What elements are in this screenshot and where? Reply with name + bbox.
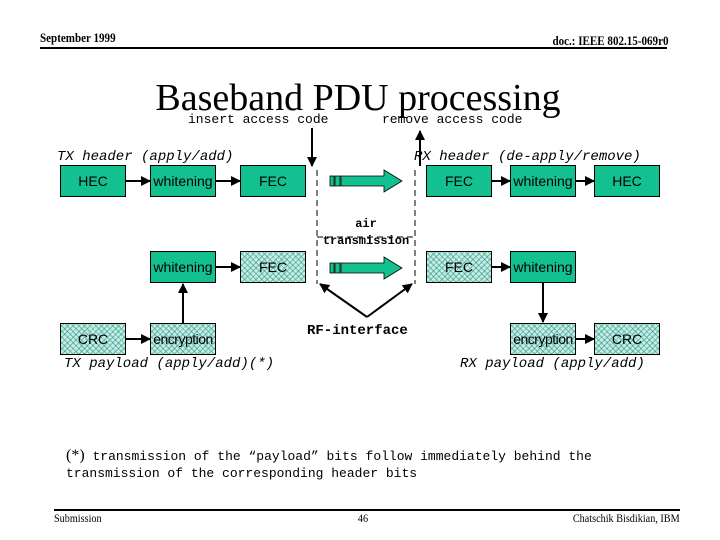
tx-header-whitening-block: whitening	[150, 165, 216, 197]
rx-payload-whitening-block: whitening	[510, 251, 576, 283]
rx-payload-crc-block: CRC	[594, 323, 660, 355]
tx-payload-label: TX payload (apply/add)(*)	[64, 356, 275, 372]
payload-transmission-arrow	[329, 256, 403, 280]
footer-author: Chatschik Bisdikian, IBM	[573, 511, 680, 525]
tx-header-fec-block: FEC	[240, 165, 306, 197]
air-transmission-label-line1: air	[355, 217, 377, 231]
air-transmission-label: air transmission	[317, 216, 415, 250]
rf-interface-label: RF-interface	[307, 323, 408, 339]
footer-page-number: 46	[357, 511, 369, 525]
rx-header-fec-block: FEC	[426, 165, 492, 197]
footnote-marker: (*)	[66, 447, 85, 464]
footnote: (*) transmission of the “payload” bits f…	[66, 447, 592, 482]
rf-arrow-right	[366, 283, 413, 318]
rx-payload-fec-block: FEC	[426, 251, 492, 283]
rf-arrow-left	[319, 283, 368, 318]
header-transmission-arrow	[329, 169, 403, 193]
footnote-line2: transmission of the corresponding header…	[66, 466, 418, 481]
rx-header-hec-block: HEC	[594, 165, 660, 197]
tx-payload-crc-block: CRC	[60, 323, 126, 355]
air-transmission-label-line2: transmission	[322, 234, 410, 248]
tx-header-hec-block: HEC	[60, 165, 126, 197]
rx-header-whitening-block: whitening	[510, 165, 576, 197]
footer-submission: Submission	[54, 511, 102, 525]
tx-payload-encryption-block: encryption	[150, 323, 216, 355]
footnote-line1: transmission of the “payload” bits follo…	[92, 449, 592, 464]
rx-payload-label: RX payload (apply/add)	[460, 356, 645, 372]
tx-payload-whitening-block: whitening	[150, 251, 216, 283]
tx-payload-fec-block: FEC	[240, 251, 306, 283]
rx-payload-encryption-block: encryption	[510, 323, 576, 355]
